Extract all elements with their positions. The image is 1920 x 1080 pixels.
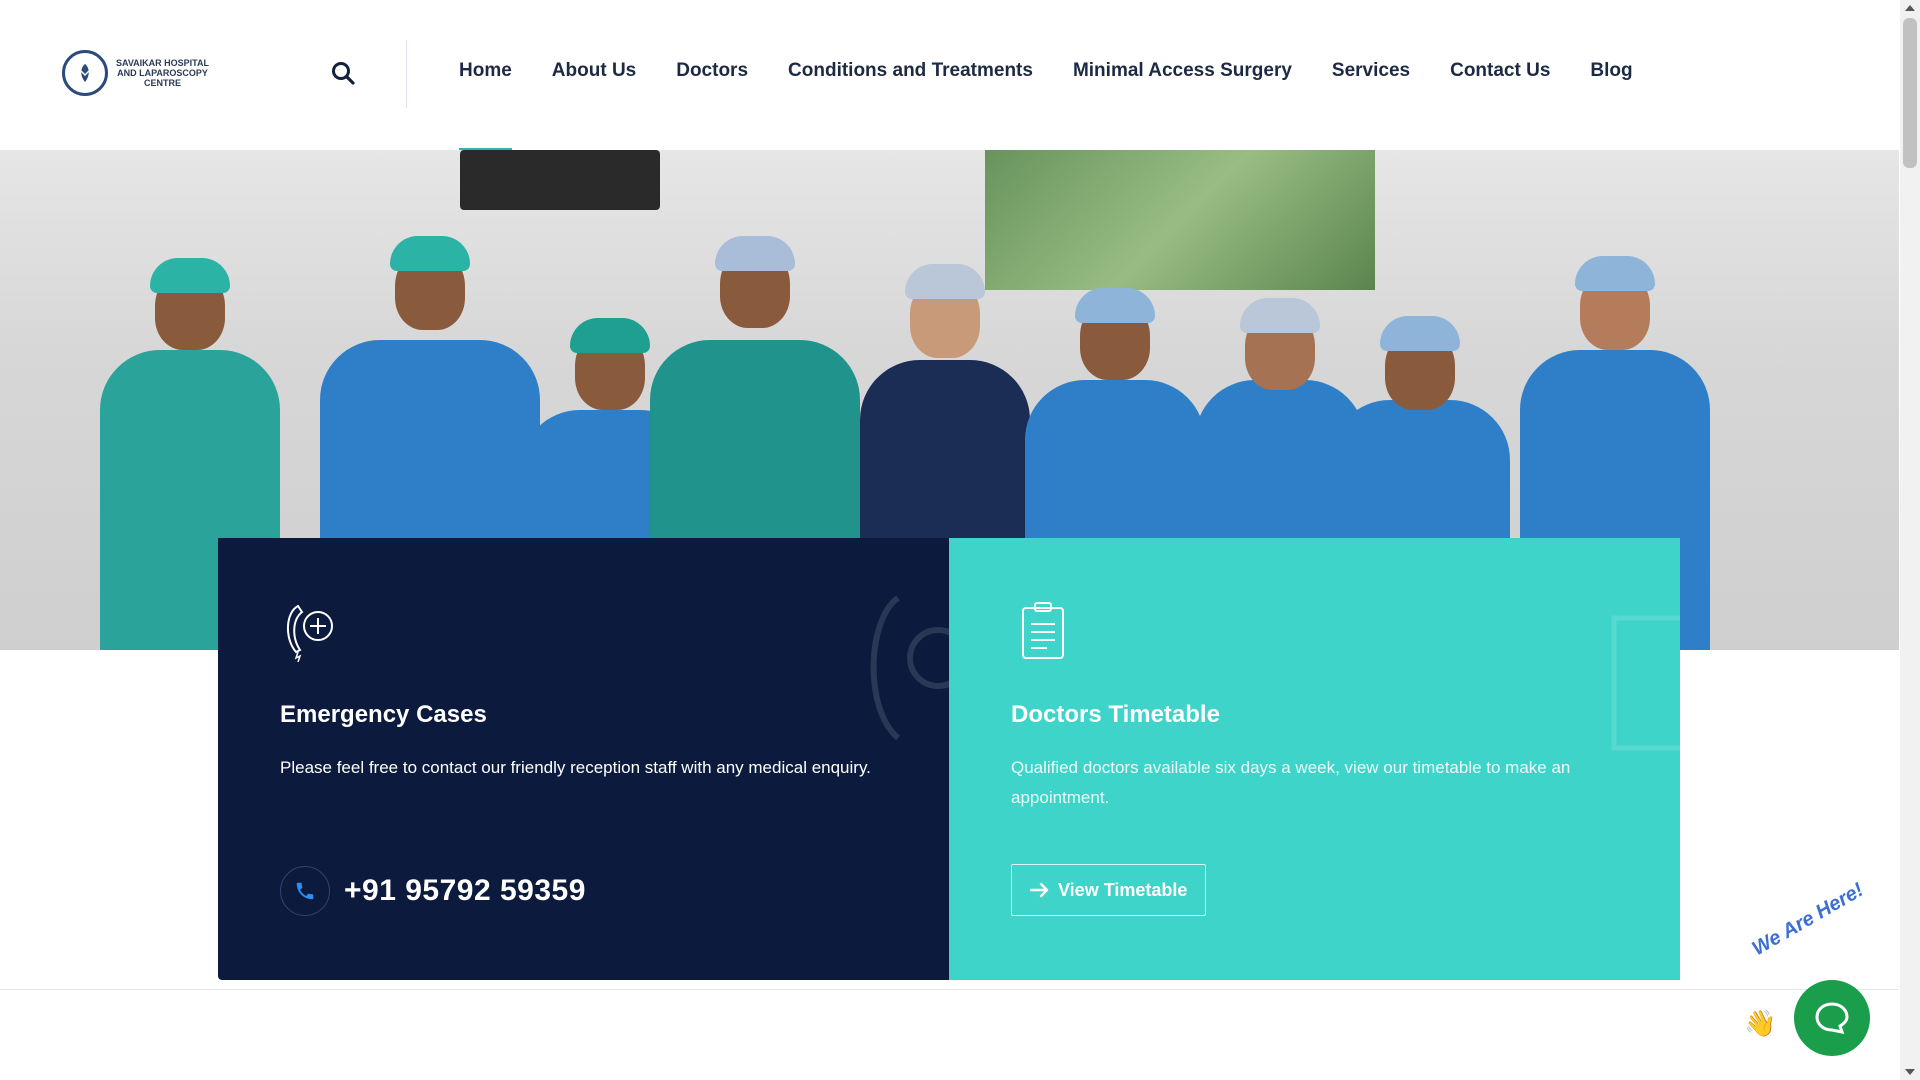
nav-blog[interactable]: Blog	[1590, 60, 1632, 82]
hero-monitor	[460, 150, 660, 210]
view-timetable-label: View Timetable	[1058, 879, 1188, 900]
clipboard-watermark-icon	[1611, 615, 1680, 751]
hospital-logo[interactable]: SAVAIKAR HOSPITAL AND LAPAROSCOPY CENTRE	[62, 48, 232, 98]
phone-plus-icon	[287, 604, 333, 663]
nav-contact-us[interactable]: Contact Us	[1450, 60, 1550, 82]
logo-text: SAVAIKAR HOSPITAL AND LAPAROSCOPY CENTRE	[116, 58, 209, 88]
header-divider	[406, 40, 407, 108]
search-icon	[332, 62, 355, 85]
emergency-phone[interactable]: +91 95792 59359	[280, 866, 586, 916]
site-header: SAVAIKAR HOSPITAL AND LAPAROSCOPY CENTRE…	[0, 0, 1899, 151]
phone-plus-watermark-icon	[870, 595, 949, 741]
nav-conditions-and-treatments[interactable]: Conditions and Treatments	[788, 60, 1033, 82]
page-scrollbar[interactable]	[1900, 0, 1920, 1080]
hero-window	[985, 150, 1375, 290]
chat-button[interactable]	[1794, 980, 1870, 1056]
scroll-down-arrow-icon[interactable]	[1905, 1069, 1915, 1075]
phone-number[interactable]: +91 95792 59359	[344, 874, 586, 908]
timetable-card: Doctors Timetable Qualified doctors avai…	[949, 538, 1680, 980]
emergency-card: Emergency Cases Please feel free to cont…	[218, 538, 949, 980]
arrow-right-icon	[1030, 882, 1049, 898]
nav-about-us[interactable]: About Us	[552, 60, 636, 82]
emergency-title: Emergency Cases	[280, 701, 487, 728]
chat-icon	[1815, 1002, 1849, 1034]
clipboard-icon	[1022, 602, 1064, 659]
phone-icon	[280, 866, 330, 916]
nav-services[interactable]: Services	[1332, 60, 1410, 82]
scrollbar-thumb[interactable]	[1903, 18, 1917, 168]
chat-widget[interactable]: We Are Here! 👋	[1742, 879, 1902, 1058]
nav-doctors[interactable]: Doctors	[676, 60, 748, 82]
scroll-up-arrow-icon[interactable]	[1905, 5, 1915, 11]
nav-minimal-access-surgery[interactable]: Minimal Access Surgery	[1073, 60, 1292, 82]
emergency-text: Please feel free to contact our friendly…	[280, 758, 871, 777]
info-cards: Emergency Cases Please feel free to cont…	[218, 538, 1680, 980]
view-timetable-button[interactable]: View Timetable	[1011, 864, 1207, 916]
section-divider	[0, 989, 1899, 990]
main-nav: Home About Us Doctors Conditions and Tre…	[459, 60, 1673, 151]
timetable-text: Qualified doctors available six days a w…	[1011, 758, 1571, 807]
nav-home[interactable]: Home	[459, 60, 512, 151]
timetable-title: Doctors Timetable	[1011, 701, 1220, 728]
waving-hand-icon: 👋	[1744, 1008, 1777, 1038]
chat-label: We Are Here!	[1748, 878, 1868, 961]
logo-emblem-icon	[62, 50, 108, 96]
logo-line-2: AND LAPAROSCOPY	[117, 68, 208, 78]
logo-line-3: CENTRE	[144, 78, 182, 88]
search-button[interactable]	[330, 60, 360, 90]
logo-line-1: SAVAIKAR HOSPITAL	[116, 58, 210, 68]
